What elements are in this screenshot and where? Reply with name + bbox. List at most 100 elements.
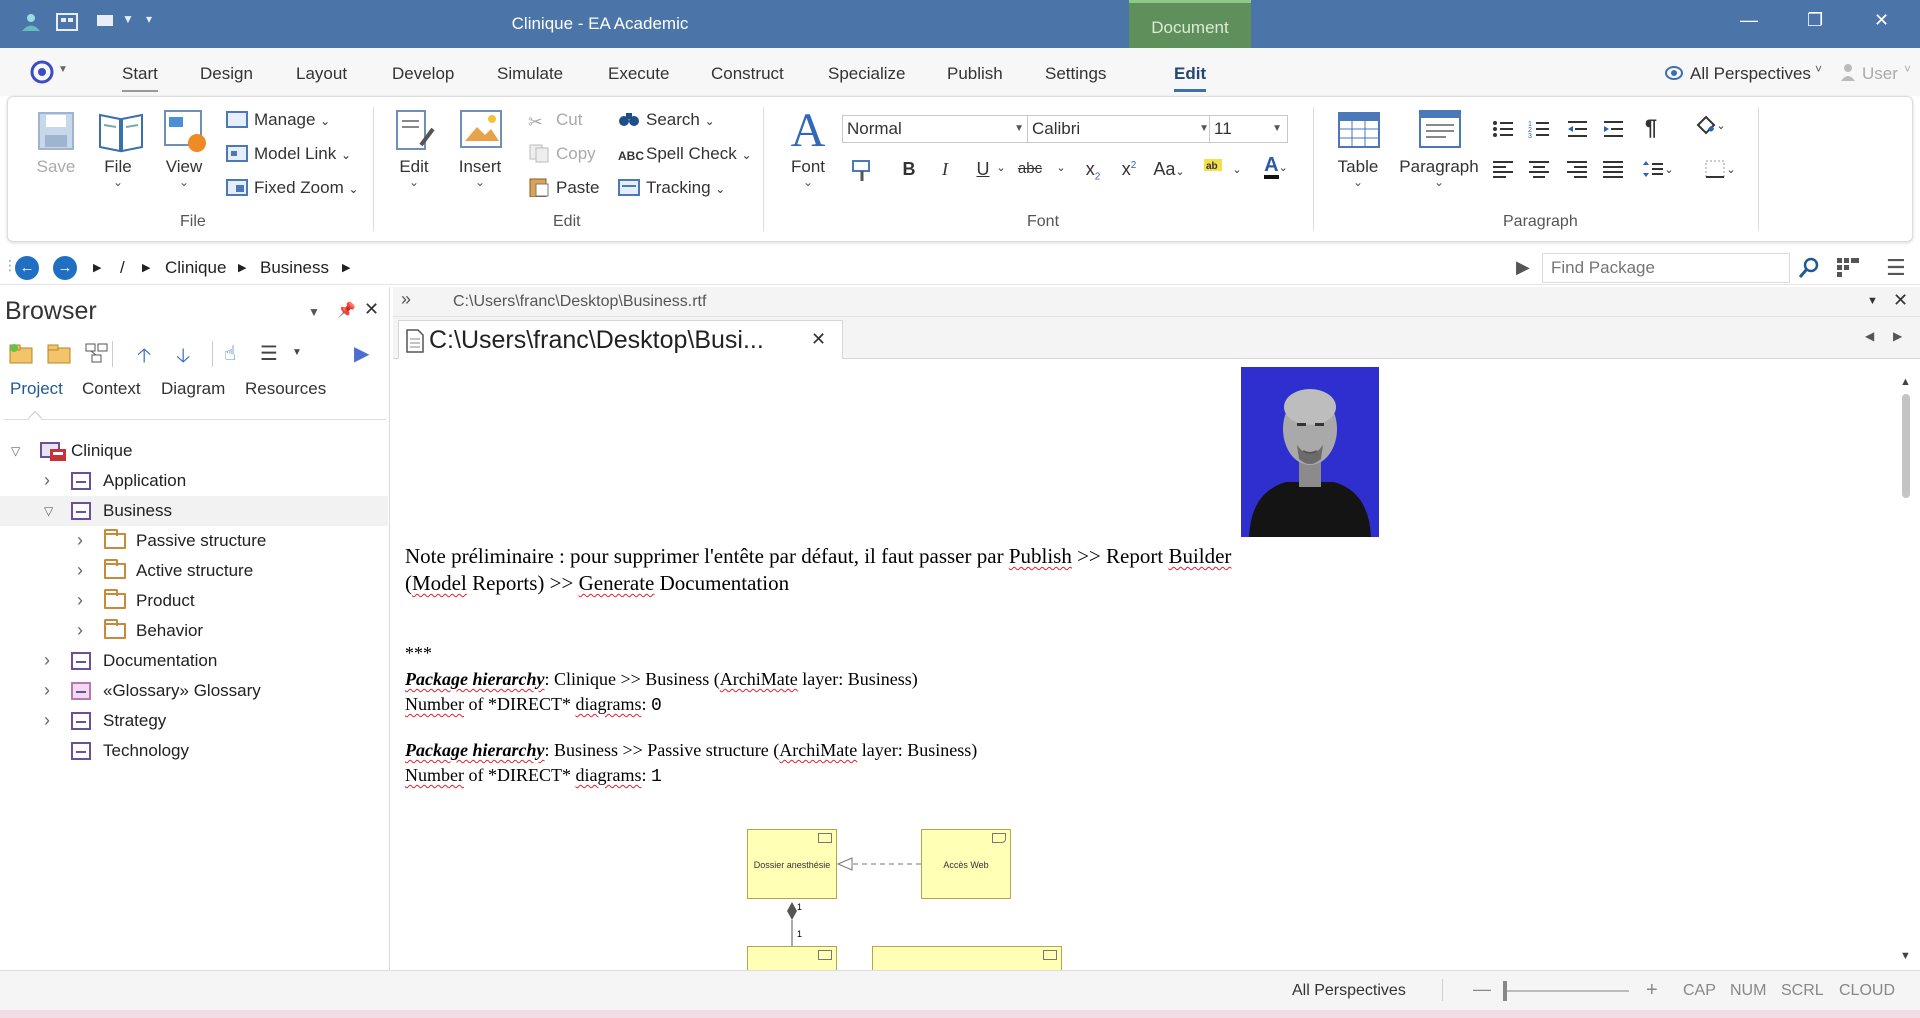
tab-simulate[interactable]: Simulate <box>497 64 563 84</box>
italic-icon[interactable]: I <box>930 159 960 180</box>
highlight-color-icon[interactable]: ab ⌄ <box>1200 155 1244 186</box>
tab-execute[interactable]: Execute <box>608 64 669 84</box>
list-menu-icon[interactable]: ☰ <box>260 341 278 366</box>
scroll-up-icon[interactable]: ▲ <box>1900 376 1911 388</box>
tree-item[interactable]: › Passive structure <box>0 526 388 556</box>
minimize-button[interactable]: — <box>1740 10 1758 31</box>
search-icon[interactable] <box>1798 257 1820 284</box>
paragraph-button[interactable]: Paragraph ⌄ <box>1394 109 1484 189</box>
format-painter-icon[interactable] <box>848 159 878 188</box>
paste-button[interactable]: Paste <box>528 175 599 201</box>
chevron-down-icon[interactable]: ⌄ <box>1054 161 1068 174</box>
superscript-icon[interactable]: x2 <box>1114 159 1144 180</box>
pilcrow-icon[interactable]: ¶ <box>1636 115 1666 141</box>
close-icon[interactable]: ✕ <box>1893 290 1908 311</box>
zoom-slider-track[interactable] <box>1505 990 1629 992</box>
grid-view-icon[interactable] <box>1837 258 1861 283</box>
breadcrumb-clinique[interactable]: Clinique <box>165 258 226 278</box>
tree-item[interactable]: › Product <box>0 586 388 616</box>
uml-element-partial[interactable] <box>747 946 837 970</box>
close-button[interactable]: ✕ <box>1874 10 1889 31</box>
shading-icon[interactable]: ⌄ <box>1688 115 1732 140</box>
chevron-down-icon[interactable]: ▼ <box>292 347 302 358</box>
tab-specialize[interactable]: Specialize <box>828 64 906 84</box>
increase-indent-icon[interactable] <box>1598 119 1628 144</box>
file-button[interactable]: File ⌄ <box>86 109 150 189</box>
logo-dropdown-icon[interactable]: ▼ <box>58 64 68 75</box>
tab-resources[interactable]: Resources <box>245 379 326 399</box>
tab-context[interactable]: Context <box>82 379 141 399</box>
document-content[interactable]: Note préliminaire : pour supprimer l'ent… <box>393 359 1893 970</box>
decrease-indent-icon[interactable] <box>1562 119 1592 144</box>
document-tab[interactable]: C:\Users\franc\Desktop\Busi... ✕ <box>398 320 843 360</box>
chevron-down-icon[interactable]: ˅ <box>1904 62 1911 76</box>
scroll-down-icon[interactable]: ▼ <box>1900 950 1911 962</box>
expand-arrow-icon[interactable]: › <box>44 675 50 705</box>
close-tab-icon[interactable]: ✕ <box>811 329 826 350</box>
vertical-scrollbar[interactable]: ▲ ▼ <box>1897 372 1915 970</box>
zoom-in-button[interactable]: + <box>1646 979 1658 1002</box>
tree-item[interactable]: › Behavior <box>0 616 388 646</box>
move-up-icon[interactable]: 🡡 <box>137 341 151 375</box>
align-right-icon[interactable] <box>1562 159 1592 184</box>
save-button[interactable]: Save <box>24 109 88 177</box>
subscript-icon[interactable]: x2 <box>1078 159 1108 183</box>
expand-icon[interactable]: » <box>401 289 411 310</box>
uml-element-partial[interactable] <box>872 946 1062 970</box>
play-icon[interactable]: ▶ <box>1516 257 1530 278</box>
tab-design[interactable]: Design <box>200 64 253 84</box>
hamburger-menu-icon[interactable]: ☰ <box>1886 255 1906 281</box>
back-arrow-icon[interactable]: ← <box>15 256 39 280</box>
search-button[interactable]: Search ⌄ <box>618 107 715 133</box>
bullet-list-icon[interactable] <box>1488 119 1518 144</box>
diagram-icon[interactable] <box>84 342 110 369</box>
copy-button[interactable]: Copy <box>528 141 596 167</box>
style-select[interactable]: Normal ▼ <box>842 115 1030 143</box>
breadcrumb-separator-icon[interactable]: ▶ <box>342 261 350 274</box>
change-case-icon[interactable]: Aa⌄ <box>1152 159 1186 180</box>
expand-arrow-icon[interactable]: › <box>44 465 50 495</box>
expand-arrow-icon[interactable]: › <box>77 525 83 555</box>
tree-item[interactable]: › «Glossary» Glossary <box>0 676 388 706</box>
font-family-select[interactable]: Calibri ▼ <box>1027 115 1215 143</box>
zoom-slider-thumb[interactable] <box>1503 981 1507 1001</box>
collapse-arrow-icon[interactable]: ▽ <box>44 496 53 526</box>
zoom-out-button[interactable]: — <box>1473 979 1491 1000</box>
expand-arrow-icon[interactable]: › <box>77 585 83 615</box>
new-package-icon[interactable] <box>8 342 34 369</box>
collapse-arrow-icon[interactable]: ▽ <box>11 436 20 466</box>
chevron-down-icon[interactable]: ˅ <box>1815 62 1822 76</box>
tab-edit[interactable]: Edit <box>1174 64 1207 92</box>
strikethrough-icon[interactable]: abc <box>1012 160 1048 177</box>
context-tab-document[interactable]: Document <box>1129 0 1251 48</box>
fixed-zoom-button[interactable]: Fixed Zoom ⌄ <box>226 175 359 201</box>
numbered-list-icon[interactable]: 123 <box>1524 119 1554 144</box>
tree-item[interactable]: Technology <box>0 736 388 766</box>
cut-button[interactable]: ✂ Cut <box>528 107 582 133</box>
font-color-icon[interactable]: A⌄ <box>1254 155 1298 179</box>
tab-publish[interactable]: Publish <box>947 64 1003 84</box>
expand-arrow-icon[interactable]: › <box>77 555 83 585</box>
tab-settings[interactable]: Settings <box>1045 64 1106 84</box>
spell-check-button[interactable]: ABC Spell Check ⌄ <box>618 141 752 167</box>
tree-item[interactable]: › Application <box>0 466 388 496</box>
breadcrumb-root[interactable]: / <box>120 258 125 278</box>
tree-item[interactable]: ▽ Business <box>0 496 388 526</box>
pin-icon[interactable]: 📌 <box>337 301 356 319</box>
edit-button[interactable]: Edit ⌄ <box>384 109 444 189</box>
tab-project[interactable]: Project <box>10 379 63 399</box>
justify-icon[interactable] <box>1598 159 1628 184</box>
tab-start[interactable]: Start <box>122 64 158 92</box>
tracking-button[interactable]: Tracking ⌄ <box>618 175 725 201</box>
close-icon[interactable]: ✕ <box>364 299 379 320</box>
font-size-select[interactable]: 11 ▼ <box>1209 115 1288 143</box>
status-perspectives[interactable]: All Perspectives <box>1292 982 1406 1000</box>
find-package-input[interactable] <box>1542 253 1790 283</box>
insert-button[interactable]: Insert ⌄ <box>450 109 510 189</box>
bold-icon[interactable]: B <box>894 159 924 180</box>
align-left-icon[interactable] <box>1488 159 1518 184</box>
expand-arrow-icon[interactable]: › <box>44 645 50 675</box>
scroll-tabs-left-icon[interactable]: ◀ <box>1865 329 1874 343</box>
move-down-icon[interactable]: 🡣 <box>176 341 190 375</box>
panel-dropdown-icon[interactable]: ▼ <box>1867 295 1878 307</box>
